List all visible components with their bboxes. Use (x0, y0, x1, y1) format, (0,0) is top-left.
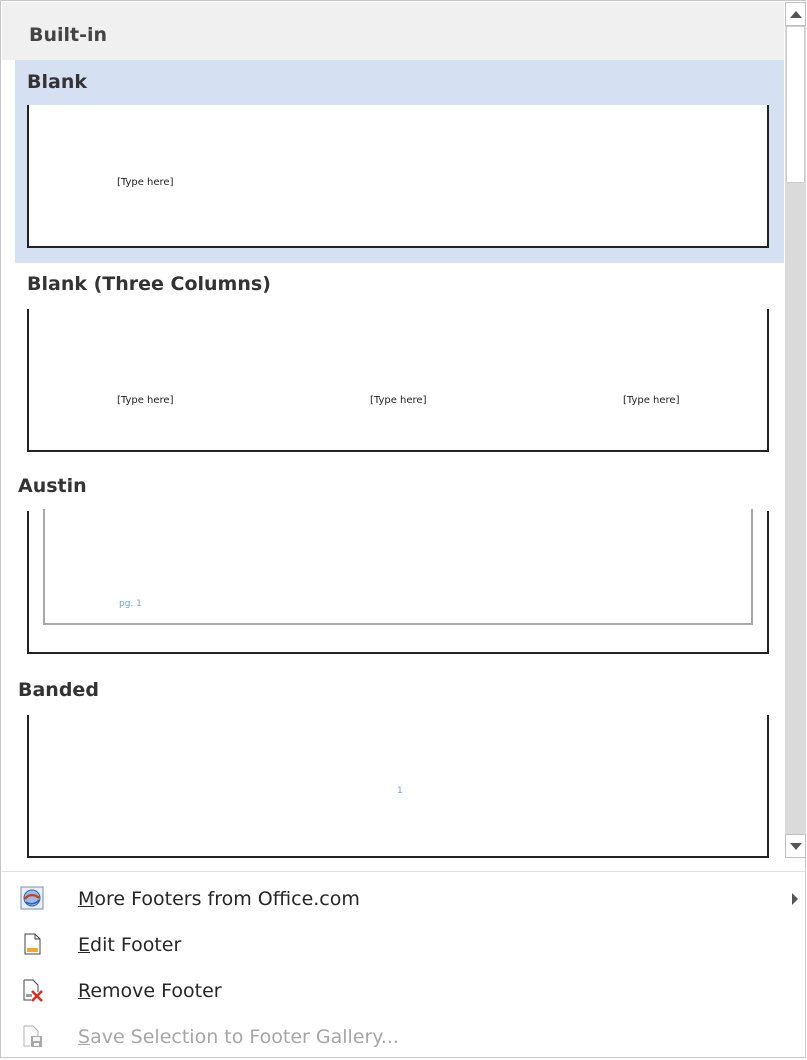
edit-footer-label: Edit Footer (78, 934, 182, 956)
gallery-scrollbar[interactable] (785, 2, 806, 858)
remove-footer-label: Remove Footer (78, 980, 222, 1002)
section-header: Built-in (2, 2, 784, 60)
gallery-item-banded-title[interactable]: Banded (18, 679, 99, 701)
section-header-label: Built-in (29, 24, 108, 46)
edit-footer-icon (24, 933, 41, 955)
more-footers-menu-item[interactable]: More Footers from Office.com (2, 876, 806, 922)
remove-footer-menu-item[interactable]: Remove Footer (2, 968, 806, 1014)
scroll-down-button[interactable] (785, 834, 806, 858)
placeholder-text-right: [Type here] (623, 395, 680, 406)
placeholder-text-left: [Type here] (117, 395, 174, 406)
save-selection-menu-item: Save Selection to Footer Gallery... (2, 1014, 806, 1060)
footer-gallery-panel: Built-in Blank [Type here] Blank (Three … (0, 0, 806, 1058)
gallery-item-austin-title[interactable]: Austin (18, 475, 87, 497)
page-number-placeholder: pg. 1 (119, 599, 142, 609)
office-globe-icon (20, 886, 44, 910)
gallery-item-banded-preview[interactable]: 1 (27, 715, 769, 858)
arrow-down-icon (790, 843, 802, 850)
edit-footer-menu-item[interactable]: Edit Footer (2, 922, 806, 968)
save-selection-label: Save Selection to Footer Gallery... (78, 1026, 399, 1048)
gallery-item-blank-three-columns-title[interactable]: Blank (Three Columns) (27, 273, 271, 295)
more-footers-label: More Footers from Office.com (78, 888, 360, 910)
gallery-item-blank-three-columns-preview[interactable]: [Type here] [Type here] [Type here] (27, 309, 769, 452)
save-footer-icon (23, 1025, 42, 1047)
menu-divider (2, 871, 806, 872)
scroll-up-button[interactable] (785, 2, 806, 26)
placeholder-text: [Type here] (117, 177, 174, 188)
gallery-item-blank-preview[interactable]: [Type here] (27, 105, 769, 248)
page-number-placeholder: 1 (397, 786, 403, 796)
austin-page-border (43, 509, 753, 625)
placeholder-text-center: [Type here] (370, 395, 427, 406)
gallery-item-austin-preview[interactable]: pg. 1 (27, 509, 769, 654)
gallery-item-blank-title[interactable]: Blank (27, 71, 87, 93)
submenu-arrow-icon (792, 893, 798, 905)
arrow-up-icon (790, 11, 802, 18)
scroll-thumb[interactable] (786, 26, 805, 183)
remove-footer-icon (23, 979, 43, 1002)
